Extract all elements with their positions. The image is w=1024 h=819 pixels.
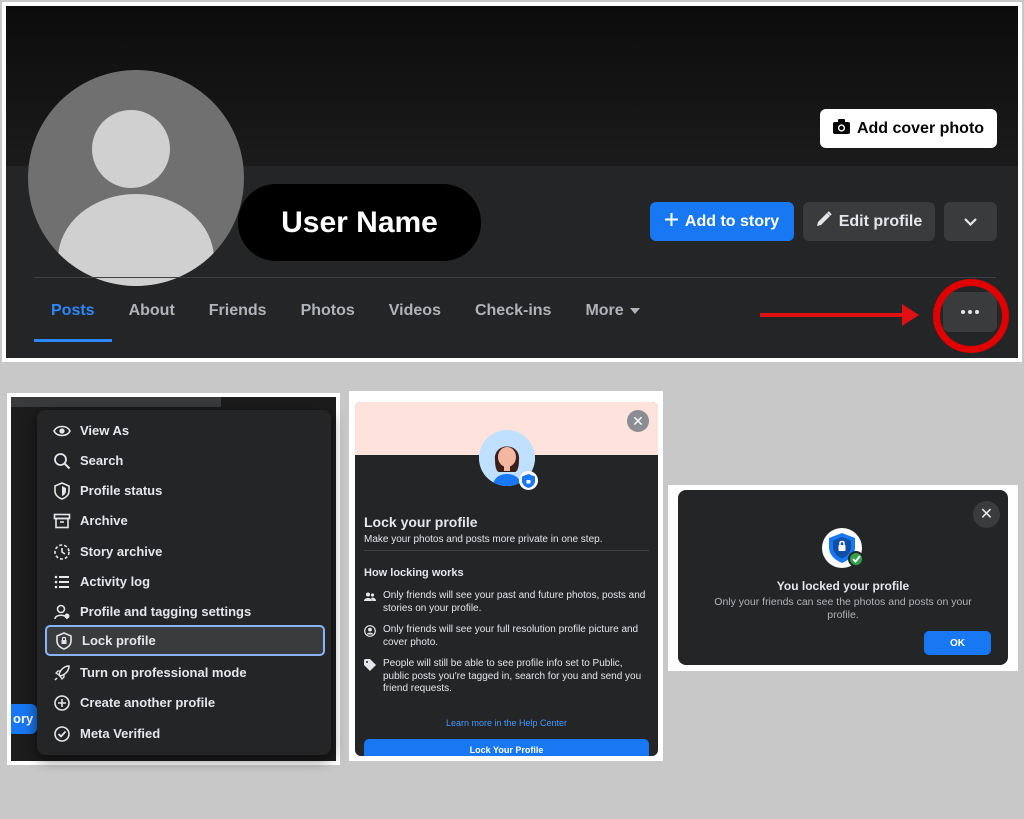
help-center-link[interactable]: Learn more in the Help Center bbox=[355, 718, 658, 728]
info-item-text: Only friends will see your full resoluti… bbox=[383, 624, 639, 648]
ok-button[interactable]: OK bbox=[924, 631, 991, 655]
plus-circle-icon bbox=[54, 694, 70, 711]
menu-item-search[interactable]: Search bbox=[45, 445, 325, 476]
add-cover-photo-button[interactable]: Add cover photo bbox=[820, 109, 997, 148]
add-to-story-button-fragment[interactable]: ory bbox=[11, 704, 37, 734]
info-item-text: Only friends will see your past and futu… bbox=[383, 590, 646, 614]
annotation-highlight-circle bbox=[933, 279, 1009, 353]
plus-icon bbox=[664, 212, 678, 231]
tab-posts[interactable]: Posts bbox=[34, 286, 112, 342]
tab-more[interactable]: More bbox=[568, 286, 656, 342]
lock-dialog-screenshot-frame: ✕ Lock your profile Make your photos and… bbox=[349, 391, 663, 761]
add-cover-photo-label: Add cover photo bbox=[856, 119, 985, 137]
info-item-friends-posts: Only friends will see your past and futu… bbox=[364, 590, 649, 615]
profile-options-menu: View As Search Profile status Archive St… bbox=[37, 410, 331, 755]
menu-item-view-as[interactable]: View As bbox=[45, 415, 325, 446]
locked-dialog-title: You locked your profile bbox=[776, 579, 910, 593]
user-gear-icon bbox=[54, 604, 70, 619]
how-locking-works-heading: How locking works bbox=[364, 567, 464, 579]
edit-profile-label: Edit profile bbox=[838, 212, 923, 230]
menu-item-label: View As bbox=[80, 423, 130, 438]
menu-item-professional-mode[interactable]: Turn on professional mode bbox=[45, 657, 325, 688]
header-divider bbox=[34, 277, 996, 278]
menu-item-label: Activity log bbox=[80, 574, 151, 589]
user-circle-icon bbox=[364, 625, 376, 637]
profile-tabs: Posts About Friends Photos Videos Check-… bbox=[34, 286, 657, 346]
eye-icon bbox=[53, 425, 71, 436]
checkmark-icon bbox=[848, 551, 864, 567]
menu-item-label: Story archive bbox=[80, 544, 163, 559]
avatar-body-silhouette bbox=[58, 194, 214, 286]
menu-item-label: Archive bbox=[80, 513, 128, 528]
lock-shield-icon bbox=[56, 631, 72, 650]
tab-about[interactable]: About bbox=[112, 286, 192, 342]
menu-item-profile-status[interactable]: Profile status bbox=[45, 475, 325, 506]
rocket-icon bbox=[54, 664, 70, 681]
menu-item-story-archive[interactable]: Story archive bbox=[45, 536, 325, 567]
lock-profile-dialog: ✕ Lock your profile Make your photos and… bbox=[355, 402, 658, 756]
tab-videos[interactable]: Videos bbox=[372, 286, 458, 342]
locked-confirmation-screenshot-frame: ✕ You locked your profile Only your frie… bbox=[668, 485, 1018, 671]
edit-profile-button[interactable]: Edit profile bbox=[803, 202, 935, 241]
chevron-down-icon bbox=[964, 213, 977, 231]
close-icon[interactable]: ✕ bbox=[973, 501, 1000, 528]
dialog-title: Lock your profile bbox=[364, 514, 478, 530]
tab-photos[interactable]: Photos bbox=[284, 286, 372, 342]
add-to-story-button[interactable]: Add to story bbox=[650, 202, 794, 241]
annotation-arrow-shaft bbox=[760, 313, 906, 317]
menu-item-activity-log[interactable]: Activity log bbox=[45, 566, 325, 597]
menu-item-label: Profile status bbox=[80, 483, 163, 498]
info-item-public-info: People will still be able to see profile… bbox=[364, 658, 649, 696]
profile-options-dropdown-button[interactable] bbox=[944, 202, 997, 241]
menu-item-label: Meta Verified bbox=[80, 726, 161, 741]
menu-item-label: Search bbox=[80, 453, 124, 468]
menu-item-label: Profile and tagging settings bbox=[80, 604, 252, 619]
caret-down-icon bbox=[629, 286, 640, 336]
locked-dialog-subtitle: Only your friends can see the photos and… bbox=[714, 596, 972, 621]
dialog-subtitle: Make your photos and posts more private … bbox=[364, 534, 603, 545]
friends-icon bbox=[364, 592, 376, 601]
annotation-arrow-icon bbox=[902, 304, 919, 326]
background-strip bbox=[11, 397, 221, 407]
menu-item-archive[interactable]: Archive bbox=[45, 505, 325, 536]
profile-header: User Name Add cover photo Add to story E… bbox=[6, 6, 1018, 358]
camera-icon bbox=[832, 118, 850, 139]
shield-icon bbox=[54, 481, 70, 500]
info-item-text: People will still be able to see profile… bbox=[383, 658, 642, 694]
profile-user-name: User Name bbox=[238, 184, 481, 261]
menu-item-profile-tagging-settings[interactable]: Profile and tagging settings bbox=[45, 596, 325, 627]
close-icon[interactable]: ✕ bbox=[627, 410, 649, 432]
tab-more-label: More bbox=[585, 302, 624, 320]
menu-item-label: Create another profile bbox=[80, 695, 216, 710]
add-to-story-label: Add to story bbox=[684, 212, 780, 230]
lock-your-profile-button[interactable]: Lock Your Profile bbox=[364, 739, 649, 756]
tag-icon bbox=[364, 659, 376, 671]
profile-screenshot-frame: User Name Add cover photo Add to story E… bbox=[2, 2, 1022, 362]
menu-item-label: Lock profile bbox=[82, 633, 156, 648]
info-item-profile-picture: Only friends will see your full resoluti… bbox=[364, 624, 649, 649]
avatar[interactable] bbox=[28, 70, 244, 286]
avatar-head-silhouette bbox=[92, 110, 170, 188]
verified-icon bbox=[54, 725, 70, 742]
menu-item-create-another-profile[interactable]: Create another profile bbox=[45, 687, 325, 718]
search-icon bbox=[54, 452, 71, 469]
pencil-icon bbox=[816, 211, 832, 232]
menu-item-meta-verified[interactable]: Meta Verified bbox=[45, 718, 325, 749]
dialog-divider bbox=[364, 550, 649, 551]
list-icon bbox=[54, 575, 69, 588]
clock-icon bbox=[54, 543, 70, 560]
profile-locked-dialog: ✕ You locked your profile Only your frie… bbox=[678, 490, 1008, 665]
archive-icon bbox=[53, 513, 71, 528]
tab-check-ins[interactable]: Check-ins bbox=[458, 286, 568, 342]
shield-badge-icon bbox=[519, 471, 538, 490]
menu-item-label: Turn on professional mode bbox=[80, 665, 247, 680]
tab-friends[interactable]: Friends bbox=[192, 286, 284, 342]
menu-item-lock-profile[interactable]: Lock profile bbox=[45, 625, 325, 656]
